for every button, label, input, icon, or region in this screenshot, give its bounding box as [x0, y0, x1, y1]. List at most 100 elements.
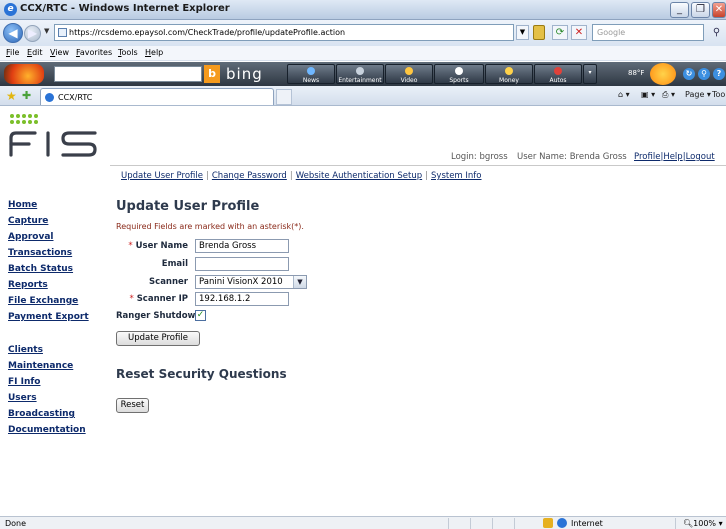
- refresh-button[interactable]: ⟳: [552, 25, 568, 40]
- bing-autos-button[interactable]: Autos: [534, 64, 582, 84]
- sidebar-item-documentation[interactable]: Documentation: [8, 425, 86, 435]
- bing-logo: bing: [226, 65, 263, 83]
- email-field[interactable]: [195, 257, 289, 271]
- sidebar-item-fi-info[interactable]: FI Info: [8, 377, 40, 387]
- profile-link[interactable]: Profile: [634, 152, 660, 162]
- minimize-button[interactable]: _: [670, 2, 689, 18]
- user-name-field[interactable]: Brenda Gross: [195, 239, 289, 253]
- chevron-down-icon[interactable]: ▼: [293, 276, 306, 288]
- security-lock-icon[interactable]: [533, 25, 545, 40]
- header-divider: [110, 165, 726, 166]
- address-url: https://rcsdemo.epaysol.com/CheckTrade/p…: [69, 28, 346, 37]
- menu-help[interactable]: Help: [145, 48, 163, 57]
- sidebar-item-transactions[interactable]: Transactions: [8, 248, 72, 258]
- reset-security-title: Reset Security Questions: [116, 367, 287, 381]
- favorites-star-icon[interactable]: ★: [6, 89, 17, 103]
- security-zone[interactable]: Internet: [571, 519, 603, 528]
- sidebar-item-batch-status[interactable]: Batch Status: [8, 264, 73, 274]
- ie-logo-icon: e: [4, 3, 17, 16]
- system-info-link[interactable]: System Info: [431, 171, 482, 181]
- scanner-ip-field[interactable]: 192.168.1.2: [195, 292, 289, 306]
- status-divider: [514, 518, 515, 529]
- add-favorites-icon[interactable]: ✚: [22, 89, 31, 102]
- profile-sub-nav: Update User Profile | Change Password | Webs…: [121, 171, 482, 181]
- page-title: Update User Profile: [116, 199, 260, 214]
- bing-money-button[interactable]: Money: [485, 64, 533, 84]
- scanner-select[interactable]: Panini VisionX 2010 ▼: [195, 275, 307, 289]
- bing-more-button[interactable]: ▾: [583, 64, 597, 84]
- menu-tools[interactable]: Tools: [118, 48, 138, 57]
- feeds-icon[interactable]: ▣ ▾: [641, 90, 655, 99]
- scanner-label: Scanner: [149, 277, 188, 287]
- close-button[interactable]: ✕: [712, 2, 726, 18]
- protected-mode-icon[interactable]: [543, 518, 553, 528]
- status-text: Done: [5, 519, 27, 528]
- scanner-ip-label: * Scanner IP: [129, 294, 188, 304]
- recent-pages-dropdown[interactable]: ▼: [44, 27, 49, 35]
- bing-search-icon[interactable]: ⚲: [698, 68, 710, 80]
- address-input[interactable]: https://rcsdemo.epaysol.com/CheckTrade/p…: [54, 24, 514, 41]
- sidebar-item-capture[interactable]: Capture: [8, 216, 48, 226]
- zoom-level[interactable]: 🔍︎100% ▾: [683, 519, 723, 528]
- tools-menu[interactable]: Tools ▾: [712, 90, 726, 99]
- bing-entertainment-button[interactable]: Entertainment: [336, 64, 384, 84]
- bing-video-button[interactable]: Video: [385, 64, 433, 84]
- sidebar-item-broadcasting[interactable]: Broadcasting: [8, 409, 75, 419]
- sidebar-item-home[interactable]: Home: [8, 200, 37, 210]
- sidebar-item-payment-export[interactable]: Payment Export: [8, 312, 89, 322]
- sidebar-item-reports[interactable]: Reports: [8, 280, 48, 290]
- forward-button[interactable]: ▶: [24, 25, 41, 42]
- ranger-shutdown-checkbox[interactable]: ✓: [195, 310, 206, 321]
- bing-help-icon[interactable]: ?: [713, 68, 725, 80]
- sidebar-item-maintenance[interactable]: Maintenance: [8, 361, 73, 371]
- bing-news-button[interactable]: News: [287, 64, 335, 84]
- email-label: Email: [161, 259, 188, 269]
- user-name-info: User Name: Brenda Gross: [517, 152, 627, 162]
- new-tab-button[interactable]: [276, 89, 292, 105]
- search-icon[interactable]: ⚲: [707, 25, 726, 40]
- fis-logo: [9, 114, 97, 157]
- window-title: CCX/RTC - Windows Internet Explorer: [20, 3, 230, 14]
- menu-favorites[interactable]: Favorites: [76, 48, 112, 57]
- bing-toolbar: b bing News Entertainment Video Sports M…: [0, 62, 726, 86]
- update-profile-button[interactable]: Update Profile: [116, 331, 200, 346]
- bing-search-button[interactable]: b: [204, 65, 220, 83]
- menu-file[interactable]: File: [6, 48, 19, 57]
- weather-sun-icon: [650, 63, 676, 85]
- restore-button[interactable]: ❐: [691, 2, 710, 18]
- home-icon[interactable]: ⌂ ▾: [618, 90, 630, 99]
- sidebar-item-file-exchange[interactable]: File Exchange: [8, 296, 78, 306]
- page-menu[interactable]: Page ▾: [685, 90, 711, 99]
- search-placeholder: Google: [597, 28, 626, 37]
- bing-search-input[interactable]: [54, 66, 202, 82]
- sidebar-item-approval[interactable]: Approval: [8, 232, 54, 242]
- update-user-profile-link[interactable]: Update User Profile: [121, 171, 203, 181]
- ranger-shutdown-label: Ranger Shutdown: [116, 311, 202, 321]
- search-input[interactable]: Google: [592, 24, 704, 41]
- tab-ccx-rtc[interactable]: CCX/RTC: [40, 88, 274, 105]
- menu-edit[interactable]: Edit: [27, 48, 43, 57]
- status-divider: [675, 518, 676, 529]
- internet-zone-icon: [557, 518, 567, 528]
- required-fields-note: Required Fields are marked with an aster…: [116, 222, 304, 231]
- stop-button[interactable]: ✕: [571, 25, 587, 40]
- login-info: Login: bgross: [451, 152, 508, 162]
- print-icon[interactable]: ⎙ ▾: [662, 90, 675, 100]
- website-authentication-setup-link[interactable]: Website Authentication Setup: [296, 171, 422, 181]
- status-divider: [470, 518, 471, 529]
- bing-sports-button[interactable]: Sports: [434, 64, 484, 84]
- sidebar-item-users[interactable]: Users: [8, 393, 37, 403]
- help-link[interactable]: Help: [663, 152, 682, 162]
- back-button[interactable]: ◀: [3, 23, 23, 43]
- reset-button[interactable]: Reset: [116, 398, 149, 413]
- weather-temperature[interactable]: 88°F: [628, 69, 644, 77]
- change-password-link[interactable]: Change Password: [212, 171, 287, 181]
- window-titlebar: e CCX/RTC - Windows Internet Explorer _ …: [0, 0, 726, 20]
- logout-link[interactable]: Logout: [686, 152, 715, 162]
- favorites-bar: ★ ✚ CCX/RTC ⌂ ▾ ▣ ▾ ⎙ ▾ Page ▾ Tools ▾: [0, 86, 726, 106]
- bing-refresh-icon[interactable]: ↻: [683, 68, 695, 80]
- scanner-selected-value: Panini VisionX 2010: [199, 277, 283, 287]
- address-dropdown-button[interactable]: ▼: [516, 25, 529, 40]
- sidebar-item-clients[interactable]: Clients: [8, 345, 43, 355]
- menu-view[interactable]: View: [50, 48, 69, 57]
